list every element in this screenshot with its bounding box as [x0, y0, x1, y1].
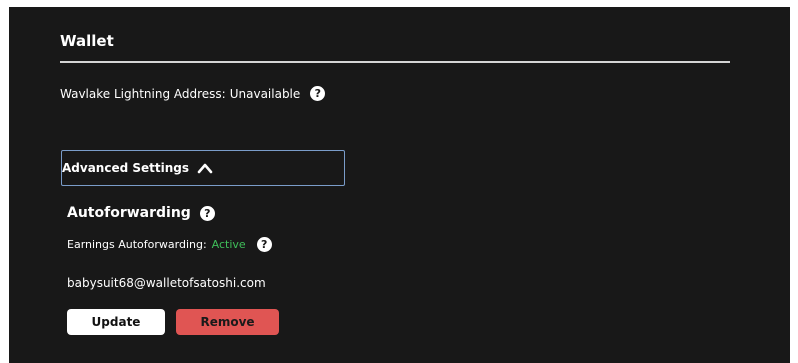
advanced-settings-toggle[interactable]: Advanced Settings [61, 150, 345, 186]
autoforwarding-heading: Autoforwarding ? [67, 205, 215, 221]
earnings-autoforwarding-row: Earnings Autoforwarding: Active ? [67, 237, 272, 252]
autoforwarding-title: Autoforwarding [67, 205, 191, 221]
update-button[interactable]: Update [67, 309, 165, 335]
lightning-address-value: Unavailable [229, 86, 301, 101]
help-icon[interactable]: ? [310, 86, 326, 101]
help-icon[interactable]: ? [199, 205, 215, 221]
advanced-settings-label: Advanced Settings [62, 161, 190, 175]
autoforwarding-status: Active [211, 238, 246, 251]
help-icon[interactable]: ? [256, 237, 272, 252]
settings-panel: Wallet Wavlake Lightning Address: Unavai… [9, 7, 790, 363]
earnings-autoforwarding-label: Earnings Autoforwarding: [67, 238, 207, 251]
wallet-section-title: Wallet [60, 32, 114, 50]
lightning-address-row: Wavlake Lightning Address: Unavailable ? [60, 86, 326, 101]
remove-button[interactable]: Remove [176, 309, 279, 335]
chevron-up-icon [197, 163, 213, 174]
section-divider [60, 61, 730, 63]
forwarding-address: babysuit68@walletofsatoshi.com [67, 276, 266, 290]
lightning-address-label: Wavlake Lightning Address: [60, 86, 226, 101]
forwarding-address-row: babysuit68@walletofsatoshi.com [67, 276, 266, 290]
